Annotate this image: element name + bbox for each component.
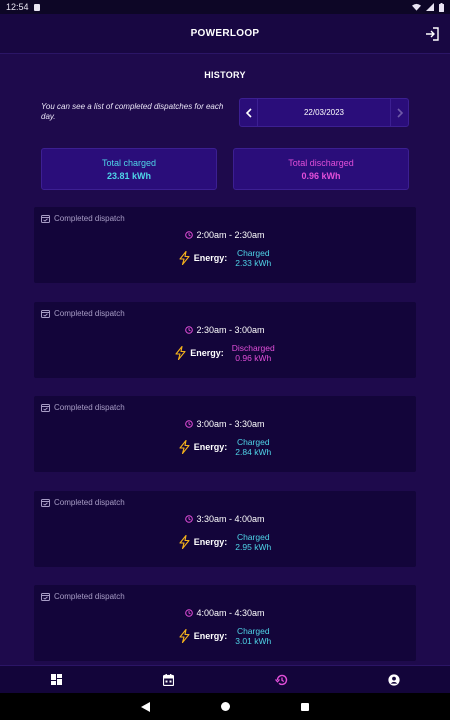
app-title: POWERLOOP	[190, 28, 260, 39]
selected-date[interactable]: 22/03/2023	[258, 99, 390, 126]
dispatch-time-range: 4:00am - 4:30am	[196, 608, 265, 618]
system-navigation-bar	[0, 693, 450, 720]
total-discharged-label: Total discharged	[288, 157, 354, 168]
energy-amount: 3.01 kWh	[235, 636, 272, 646]
sd-card-icon	[33, 3, 40, 11]
lightning-bolt-icon	[179, 535, 190, 549]
clock-icon	[185, 231, 194, 239]
account-icon	[388, 673, 400, 686]
dispatch-status: Completed dispatch	[54, 214, 125, 223]
energy-label: Energy:	[190, 348, 224, 358]
dispatch-card: Completed dispatch 3:30am - 4:00am Energ…	[34, 491, 416, 567]
date-picker: 22/03/2023	[239, 98, 409, 127]
calendar-check-icon	[41, 593, 50, 601]
lightning-bolt-icon	[175, 346, 186, 360]
energy-label: Energy:	[193, 253, 228, 263]
clock-icon	[185, 420, 194, 428]
dispatch-time-range: 3:30am - 4:00am	[196, 514, 265, 524]
dispatch-card: Completed dispatch 2:00am - 2:30am Energ…	[34, 207, 416, 283]
recents-icon	[301, 702, 309, 711]
energy-amount: 2.84 kWh	[235, 447, 272, 457]
chevron-left-icon	[245, 107, 252, 118]
energy-value: Charged 2.33 kWh	[235, 248, 271, 268]
clock-icon	[185, 515, 194, 523]
energy-amount: 0.96 kWh	[235, 353, 272, 363]
calendar-icon	[163, 673, 175, 686]
history-info-text: You can see a list of completed dispatch…	[41, 102, 224, 121]
lightning-bolt-icon	[179, 629, 190, 643]
energy-label: Energy:	[193, 442, 228, 452]
energy-label: Energy:	[193, 537, 228, 547]
status-time: 12:54	[6, 2, 29, 12]
system-back-button[interactable]	[135, 697, 155, 717]
dispatch-time-range: 2:30am - 3:00am	[196, 325, 265, 335]
bottom-navigation	[0, 665, 450, 693]
total-discharged-card: Total discharged 0.96 kWh	[233, 148, 409, 190]
dispatch-status: Completed dispatch	[54, 403, 125, 412]
dispatch-time-range: 2:00am - 2:30am	[196, 230, 265, 240]
dispatch-status: Completed dispatch	[54, 309, 125, 318]
tab-account[interactable]	[369, 666, 419, 694]
lightning-bolt-icon	[179, 251, 190, 265]
energy-value: Charged 2.84 kWh	[235, 437, 271, 457]
wifi-icon	[412, 3, 421, 11]
dashboard-icon	[50, 674, 62, 685]
home-icon	[220, 702, 230, 711]
signal-icon	[426, 3, 434, 11]
total-charged-label: Total charged	[101, 157, 157, 168]
energy-type: Discharged	[231, 343, 275, 353]
tab-calendar[interactable]	[144, 666, 194, 694]
energy-label: Energy:	[193, 631, 228, 641]
energy-value: Charged 2.95 kWh	[235, 532, 271, 552]
system-recents-button[interactable]	[295, 697, 315, 717]
tab-dashboard[interactable]	[31, 666, 81, 694]
clock-icon	[185, 326, 194, 334]
dispatch-status: Completed dispatch	[54, 592, 125, 601]
total-charged-card: Total charged 23.81 kWh	[41, 148, 217, 190]
dispatch-card: Completed dispatch 4:00am - 4:30am Energ…	[34, 585, 416, 661]
calendar-check-icon	[41, 310, 50, 318]
section-title: HISTORY	[204, 70, 246, 80]
app-bar: POWERLOOP	[0, 14, 450, 54]
calendar-check-icon	[41, 215, 50, 223]
dispatch-card: Completed dispatch 3:00am - 3:30am Energ…	[34, 396, 416, 472]
history-icon	[274, 674, 287, 685]
total-charged-value: 23.81 kWh	[106, 170, 152, 181]
history-screen: HISTORY You can see a list of completed …	[0, 55, 450, 665]
energy-type: Charged	[236, 248, 270, 258]
total-discharged-value: 0.96 kWh	[301, 170, 341, 181]
dispatch-status: Completed dispatch	[54, 498, 125, 507]
clock-icon	[185, 609, 194, 617]
energy-type: Charged	[236, 532, 270, 542]
system-home-button[interactable]	[215, 697, 235, 717]
energy-type: Charged	[236, 437, 270, 447]
energy-value: Charged 3.01 kWh	[235, 626, 271, 646]
calendar-check-icon	[41, 404, 50, 412]
energy-amount: 2.33 kWh	[235, 258, 272, 268]
previous-day-button[interactable]	[240, 99, 258, 126]
dispatch-time-range: 3:00am - 3:30am	[196, 419, 265, 429]
status-bar: 12:54	[0, 0, 450, 14]
dispatch-card: Completed dispatch 2:30am - 3:00am Energ…	[34, 302, 416, 378]
battery-icon	[439, 2, 444, 12]
back-icon	[140, 701, 150, 712]
energy-type: Charged	[236, 626, 270, 636]
logout-icon[interactable]	[424, 26, 440, 42]
tab-history[interactable]	[256, 666, 306, 694]
lightning-bolt-icon	[179, 440, 190, 454]
energy-value: Discharged 0.96 kWh	[232, 343, 275, 363]
energy-amount: 2.95 kWh	[235, 542, 272, 552]
next-day-button[interactable]	[390, 99, 408, 126]
calendar-check-icon	[41, 499, 50, 507]
chevron-right-icon	[396, 107, 403, 118]
